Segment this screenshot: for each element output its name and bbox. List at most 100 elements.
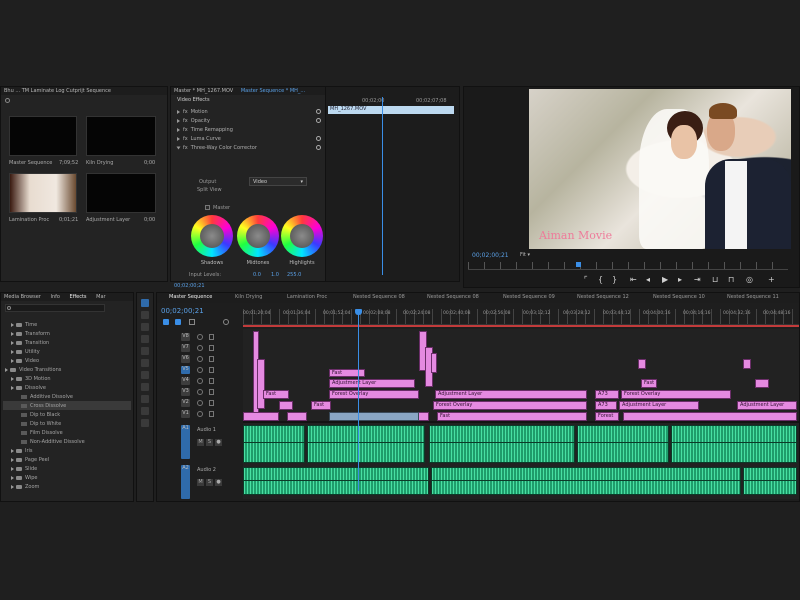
play-icon[interactable]: ▶ bbox=[662, 275, 668, 284]
effects-item[interactable]: Dip to White bbox=[3, 419, 131, 428]
video-clip[interactable] bbox=[431, 353, 437, 373]
effects-item[interactable]: Additive Dissolve bbox=[3, 392, 131, 401]
output-dropdown[interactable]: Video ▾ bbox=[249, 177, 307, 186]
chevron-right-icon[interactable] bbox=[11, 331, 14, 336]
effects-search-input[interactable] bbox=[5, 304, 105, 312]
work-area-bar[interactable] bbox=[243, 325, 799, 327]
razor-tool-icon[interactable] bbox=[141, 359, 149, 367]
effect-three-way[interactable]: fx Three-Way Color Corrector bbox=[175, 143, 325, 152]
eye-icon[interactable] bbox=[197, 389, 203, 395]
ec-clip-bar[interactable]: MH_1267.MOV bbox=[328, 106, 454, 114]
video-clip[interactable] bbox=[243, 412, 279, 421]
eye-icon[interactable] bbox=[197, 334, 203, 340]
lock-icon[interactable] bbox=[209, 334, 214, 340]
video-clip[interactable] bbox=[257, 359, 265, 409]
overwrite-icon[interactable]: ⊓ bbox=[728, 275, 734, 284]
lock-icon[interactable] bbox=[209, 378, 214, 384]
tab-sequence[interactable]: Lamination Proc bbox=[287, 294, 327, 300]
playhead-handle[interactable] bbox=[355, 309, 362, 315]
effects-folder[interactable]: 3D Motion bbox=[3, 374, 131, 383]
effects-folder[interactable]: Time bbox=[3, 320, 131, 329]
effects-folder[interactable]: Video Transitions bbox=[3, 365, 131, 374]
effect-source[interactable]: Master * MH_1267.MOV bbox=[174, 88, 233, 94]
mark-out-icon[interactable]: { bbox=[598, 275, 603, 284]
eye-icon[interactable] bbox=[197, 378, 203, 384]
record-button[interactable]: ● bbox=[215, 479, 222, 486]
video-clip[interactable]: A73 bbox=[595, 390, 619, 399]
ec-playhead[interactable] bbox=[382, 97, 383, 275]
video-clip[interactable]: Forest Overlay bbox=[621, 390, 731, 399]
tab-sequence[interactable]: Nested Sequence 10 bbox=[653, 294, 705, 300]
effect-opacity[interactable]: fx Opacity bbox=[175, 116, 325, 125]
video-clip[interactable]: Fast bbox=[263, 390, 289, 399]
tab-sequence[interactable]: Kiln Drying bbox=[235, 294, 262, 300]
effect-luma-curve[interactable]: fx Luma Curve bbox=[175, 134, 325, 143]
settings-icon[interactable]: + bbox=[768, 275, 775, 284]
thumb-kiln-drying[interactable] bbox=[86, 116, 156, 156]
ripple-edit-tool-icon[interactable] bbox=[141, 323, 149, 331]
audio-clip[interactable] bbox=[671, 425, 797, 463]
lock-icon[interactable] bbox=[209, 411, 214, 417]
track-target-toggle[interactable]: V8 bbox=[181, 333, 190, 341]
program-playhead[interactable] bbox=[576, 262, 581, 267]
eye-icon[interactable] bbox=[197, 367, 203, 373]
lock-icon[interactable] bbox=[209, 389, 214, 395]
chevron-right-icon[interactable] bbox=[11, 376, 14, 381]
mute-button[interactable]: M bbox=[197, 439, 204, 446]
level-gamma[interactable]: 1.0 bbox=[271, 272, 279, 278]
chevron-right-icon[interactable] bbox=[11, 349, 14, 354]
hand-tool-icon[interactable] bbox=[141, 407, 149, 415]
video-clip[interactable]: Fast bbox=[641, 379, 657, 388]
audio-clip[interactable] bbox=[307, 425, 425, 463]
track-target-toggle[interactable]: V3 bbox=[181, 388, 190, 396]
master-checkbox[interactable] bbox=[205, 205, 210, 210]
insert-icon[interactable]: ⊔ bbox=[712, 275, 718, 284]
effect-time-remapping[interactable]: fx Time Remapping bbox=[175, 125, 325, 134]
fit-dropdown[interactable]: Fit ▾ bbox=[520, 252, 530, 258]
chevron-right-icon[interactable] bbox=[11, 358, 14, 363]
audio-clip[interactable] bbox=[429, 425, 575, 463]
eye-icon[interactable] bbox=[197, 345, 203, 351]
export-frame-icon[interactable]: ◎ bbox=[746, 275, 753, 284]
mark-in-icon[interactable]: ⌜ bbox=[584, 275, 588, 284]
video-clip[interactable]: Adjustment Layer bbox=[435, 390, 587, 399]
step-back-icon[interactable]: ⇤ bbox=[630, 275, 637, 284]
tab-sequence[interactable]: Nested Sequence 08 bbox=[427, 294, 479, 300]
reset-icon[interactable] bbox=[316, 118, 321, 123]
effects-item[interactable]: Film Dissolve bbox=[3, 428, 131, 437]
effects-folder[interactable]: Dissolve bbox=[3, 383, 131, 392]
zoom-tool-icon[interactable] bbox=[141, 419, 149, 427]
audio-clip[interactable] bbox=[577, 425, 669, 463]
tab-sequence[interactable]: Nested Sequence 09 bbox=[503, 294, 555, 300]
chevron-right-icon[interactable] bbox=[11, 340, 14, 345]
effects-folder[interactable]: Zoom bbox=[3, 482, 131, 491]
effects-item[interactable]: Cross Dissolve bbox=[3, 401, 131, 410]
thumb-master-sequence[interactable] bbox=[9, 116, 77, 156]
step-back-frame-icon[interactable]: ◂ bbox=[646, 275, 650, 284]
lock-icon[interactable] bbox=[209, 356, 214, 362]
tab-sequence[interactable]: Master Sequence bbox=[169, 294, 212, 300]
eye-icon[interactable] bbox=[197, 400, 203, 406]
thumb-adjustment-layer[interactable] bbox=[86, 173, 156, 213]
eye-icon[interactable] bbox=[197, 356, 203, 362]
audio-clip[interactable] bbox=[431, 467, 741, 495]
video-clip[interactable] bbox=[287, 412, 307, 421]
eye-icon[interactable] bbox=[197, 411, 203, 417]
timeline-playhead[interactable] bbox=[358, 311, 359, 491]
reset-icon[interactable] bbox=[316, 109, 321, 114]
record-button[interactable]: ● bbox=[215, 439, 222, 446]
time-ruler[interactable]: 00;01;20;04 00;01;36;04 00;01;52;04 00;02;0… bbox=[243, 309, 799, 325]
track-target-toggle[interactable]: V4 bbox=[181, 377, 190, 385]
track-target-toggle[interactable]: V5 bbox=[181, 366, 190, 374]
mute-button[interactable]: M bbox=[197, 479, 204, 486]
selection-tool-icon[interactable] bbox=[141, 299, 149, 307]
slide-tool-icon[interactable] bbox=[141, 383, 149, 391]
search-icon[interactable] bbox=[5, 98, 10, 103]
track-target-toggle[interactable]: V1 bbox=[181, 410, 190, 418]
effects-folder[interactable]: Video bbox=[3, 356, 131, 365]
rate-stretch-tool-icon[interactable] bbox=[141, 347, 149, 355]
video-clip[interactable]: Forest Overlay bbox=[329, 390, 419, 399]
effects-folder[interactable]: Iris bbox=[3, 446, 131, 455]
track-target-toggle[interactable]: V7 bbox=[181, 344, 190, 352]
level-black[interactable]: 0.0 bbox=[253, 272, 261, 278]
